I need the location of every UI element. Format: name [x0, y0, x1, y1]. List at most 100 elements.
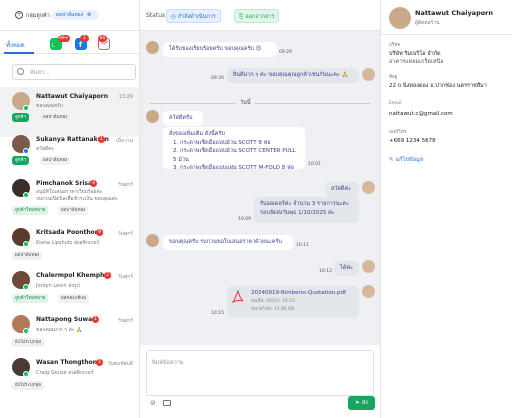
message-time: วันศุกร์ — [117, 274, 133, 280]
contact-name: Wasan Thongthong — [36, 359, 102, 366]
status-button[interactable]: ◷ กำลังดำเนินการ — [166, 9, 221, 23]
day-divider-label: วันนี้ — [236, 99, 255, 107]
compose-placeholder: พิมพ์ข้อความ — [152, 360, 184, 366]
svg-text:L: L — [52, 43, 55, 49]
unread-count: 1 — [92, 316, 99, 323]
clock-icon: ◷ — [171, 14, 176, 20]
edit-info-link[interactable]: ✎ แก้ไขข้อมูล — [389, 156, 423, 164]
contact-name: Nattawut Chaiyaporn — [36, 93, 109, 100]
list-item[interactable]: Wasan Thongthong 1 Craig Gouse ส่งสติกเก… — [0, 353, 139, 398]
group-tag: ผลของแท้แพ — [58, 294, 90, 303]
phone-label: เบอร์โทร — [389, 130, 407, 135]
message-time: 09:29 — [279, 50, 292, 55]
group-label[interactable]: กลุ่มลูกค้า — [26, 12, 50, 20]
facebook-channel-icon — [23, 148, 29, 154]
list-item[interactable]: Sukanya Rattanakorn 1 สวัสดีค่ะ เมื่อวาน… — [0, 130, 139, 180]
group-tag: ผลปาล์มทอง — [12, 251, 43, 260]
message-time: 10:11 — [296, 243, 309, 248]
message-bubble: ขอบคุณครับ รบกวนขอใบเสนอราคาด้วยนะครับ — [163, 235, 293, 250]
contact-name: Kritsada Poonthong — [36, 229, 104, 236]
line-channel-icon — [23, 371, 29, 377]
status-label: Status — [146, 12, 166, 19]
send-button[interactable]: ➤ ส่ง — [348, 396, 375, 410]
customer-tag: ลูกค้า — [12, 113, 30, 122]
unread-count: 9 — [96, 229, 103, 236]
close-chat-icon: ⎘ — [239, 14, 244, 20]
message-time: วันศุกร์ — [117, 231, 133, 237]
message-bubble: สวัสดีครับ — [163, 111, 203, 126]
contact-name: Nattapong Suwan — [36, 316, 97, 323]
list-item[interactable]: Pimchanok Srisai 4 อนุมัติใบเสนอราคาเรีย… — [0, 174, 139, 224]
left-topbar: + กลุ่มลูกค้า ผลปาล์มทอง ⊗ — [0, 0, 140, 31]
avatar — [146, 41, 159, 54]
company-label: บริษัท — [389, 43, 401, 48]
channel-tabs: ทั้งหมด L 99+ f 1 60 — [0, 34, 140, 54]
unread-count: 1 — [96, 359, 103, 366]
attachment-icon[interactable]: ⊘ — [150, 399, 156, 407]
plus-circle-icon[interactable]: + — [15, 11, 23, 19]
line-channel-icon — [23, 192, 29, 198]
file-name: 20240919-Rimberio-Quotation.pdf — [251, 290, 346, 296]
search-input[interactable]: ค้นหา... — [12, 64, 136, 80]
group-tag: ผลปาล์มทอง — [40, 113, 71, 122]
file-attachment[interactable]: 20240919-Rimberio-Quotation.pdf ส่งเมื่อ… — [227, 286, 359, 318]
divider — [380, 34, 512, 35]
last-message: Jordyn Levin ส่งรูป — [36, 283, 80, 289]
filter-chip[interactable]: ผลปาล์มทอง — [52, 10, 100, 20]
contact-name: Chalermpol Khemphet — [36, 272, 112, 279]
last-message: สวัสดีค่ะ — [36, 146, 55, 152]
list-item[interactable]: Chalermpol Khemphet 2 Jordyn Levin ส่งรู… — [0, 266, 139, 316]
avatar — [362, 285, 375, 298]
line-channel-icon — [23, 328, 29, 334]
email-badge: 60 — [98, 35, 107, 42]
new-customer-tag: ลูกค้าใหม่หมาย — [12, 206, 49, 215]
unread-count: 2 — [104, 272, 111, 279]
send-icon: ➤ — [355, 400, 360, 406]
search-placeholder: ค้นหา... — [30, 70, 50, 76]
close-chip-icon[interactable]: ⊗ — [87, 12, 91, 18]
avatar — [146, 234, 159, 247]
message-bubble: ได้รับของเรียบร้อยครับ ขอบคุณครับ 😊 — [163, 42, 277, 57]
last-message: ขอบคุณครับ — [36, 103, 63, 109]
phone-value: +669 1234 5678 — [389, 138, 436, 144]
line-channel-icon — [23, 284, 29, 290]
message-time: เมื่อวาน — [115, 138, 133, 144]
group-tag: ผลปาล์มทอง — [40, 156, 71, 165]
address-label: ที่อยู่ — [389, 75, 398, 80]
message-time: วันศุกร์ — [117, 182, 133, 188]
pencil-icon: ✎ — [389, 157, 394, 163]
tab-all[interactable]: ทั้งหมด — [6, 40, 25, 50]
facebook-badge: 1 — [80, 35, 89, 42]
message-time: 10:12 — [319, 269, 332, 274]
avatar — [146, 110, 159, 123]
message-time: 10:01 — [308, 162, 321, 167]
avatar — [362, 181, 375, 194]
company-value: บริษัท ริมเบริโอ จำกัด — [389, 51, 441, 57]
company-value-line2: อาคารแหลมเกร็ดเหนือ — [389, 59, 444, 65]
image-icon[interactable] — [163, 400, 171, 406]
message-time: วันศุกร์ — [117, 318, 133, 324]
email-label: Email — [389, 101, 402, 106]
contact-role: ผู้ติดต่อร้าน — [415, 20, 440, 26]
unread-count: 1 — [98, 136, 105, 143]
message-input[interactable]: พิมพ์ข้อความ — [146, 350, 374, 396]
day-divider — [150, 103, 370, 104]
last-message: ขอบคุณมาก ๆ ค่ะ 🙏 — [36, 327, 83, 333]
last-message: Kiana Lipshutz ส่งสติกเกอร์ — [36, 240, 100, 246]
group-tag: ยังไม่ระบุกลุ่ม — [12, 381, 45, 390]
message-time: 10:15 — [211, 311, 224, 316]
message-time: 10:09 — [238, 217, 251, 222]
chat-header: Status ◷ กำลังดำเนินการ ⎘ ออกจากสาร — [140, 0, 380, 31]
message-bubble: สวัสดีค่ะ — [325, 182, 359, 197]
message-time: 13:29 — [118, 94, 133, 100]
last-message: Craig Gouse ส่งสติกเกอร์ — [36, 370, 94, 376]
group-tag: ผลปาล์มทอง — [58, 206, 89, 215]
customer-tag: ลูกค้า — [12, 156, 30, 165]
message-time: วันพฤหัสบดี — [107, 361, 133, 367]
close-chat-button[interactable]: ⎘ ออกจากสาร — [234, 9, 280, 23]
avatar — [362, 260, 375, 273]
svg-text:f: f — [79, 41, 83, 49]
email-value: nattawut.c@gmail.com — [389, 111, 453, 117]
pdf-icon — [232, 290, 244, 304]
avatar — [362, 68, 375, 81]
